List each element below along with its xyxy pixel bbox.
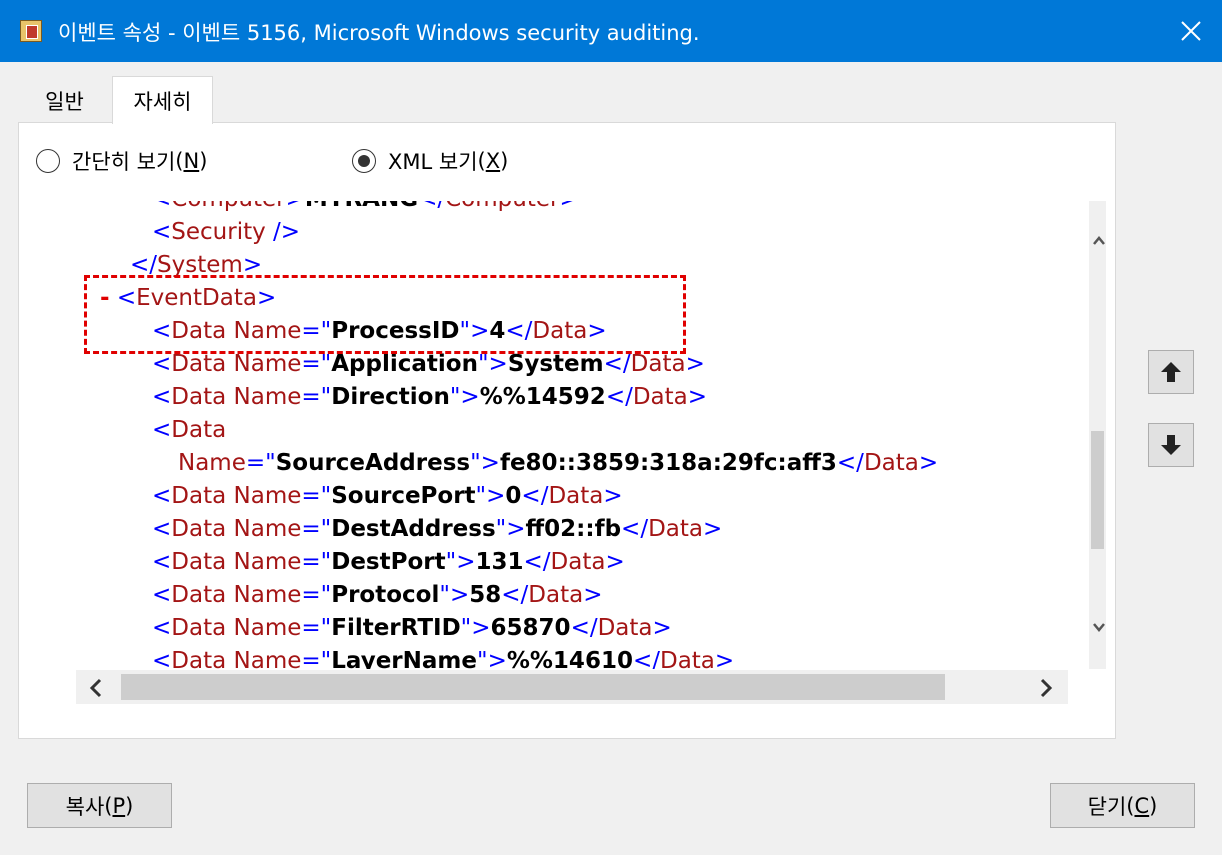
friendly-mnemonic-close: ) [199,149,208,173]
close-button-label: 닫기 [1087,794,1127,819]
title-bar: 이벤트 속성 - 이벤트 5156, Microsoft Windows sec… [0,0,1222,62]
up-arrow-icon [1161,362,1181,382]
xml-data-row: <Data Name="LayerName">%%14610</Data> [152,648,735,669]
scroll-left-arrow-icon[interactable] [88,678,104,698]
xml-data-row: Name="SourceAddress">fe80::3859:318a:29f… [178,450,939,476]
friendly-view-mnemonic: N [183,149,200,173]
previous-event-button[interactable] [1148,350,1194,394]
xml-data-row: <Data Name="SourcePort">0</Data> [152,483,623,509]
scroll-right-arrow-icon[interactable] [1038,678,1054,698]
xml-view-mnemonic: X [485,149,501,173]
xml-data-row: <Data Name="DestAddress">ff02::fb</Data> [152,516,723,542]
copy-button-label: 복사 [65,794,105,819]
xml-mnemonic-open: ( [477,149,486,173]
friendly-mnemonic-open: ( [175,149,184,173]
xml-data-row: <Data Name="FilterRTID">65870</Data> [152,615,672,641]
down-arrow-icon [1161,435,1181,455]
copy-mnemonic-close: ) [125,793,134,818]
xml-data-row: <Data Name="DestPort">131</Data> [152,549,625,575]
tab-details[interactable]: 자세히 [112,76,213,124]
window-close-button[interactable] [1160,0,1222,62]
xml-view-area[interactable]: <Computer>MYRANG</Computer> <Security />… [54,201,1088,669]
highlight-annotation-box [84,275,686,354]
xml-line-computer: <Computer>MYRANG</Computer> [152,201,579,216]
horizontal-scroll-thumb[interactable] [121,674,945,700]
radio-checked-icon [352,149,376,173]
scroll-up-arrow-icon[interactable] [1092,234,1106,248]
close-button-mnemonic: C [1134,793,1150,818]
tab-general[interactable]: 일반 [18,80,111,122]
xml-mnemonic-close: ) [500,149,509,173]
friendly-view-radio[interactable]: 간단히 보기(N) [36,146,207,176]
window-title: 이벤트 속성 - 이벤트 5156, Microsoft Windows sec… [58,21,700,45]
copy-button-mnemonic: P [112,793,126,818]
xml-line-security: <Security /> [152,219,301,245]
xml-data-row: <Data Name="Protocol">58</Data> [152,582,603,608]
close-mnemonic-open: ( [1126,793,1135,818]
xml-data-open-wrapped: <Data [152,417,227,443]
close-button[interactable]: 닫기(C) [1050,783,1195,828]
close-icon [1181,21,1201,41]
xml-view-radio[interactable]: XML 보기(X) [352,146,508,176]
radio-unchecked-icon [36,149,60,173]
close-mnemonic-close: ) [1149,793,1158,818]
copy-button[interactable]: 복사(P) [27,783,172,828]
next-event-button[interactable] [1148,423,1194,467]
friendly-view-label: 간단히 보기 [72,150,176,174]
xml-view-label: XML 보기 [388,150,478,174]
vertical-scroll-thumb[interactable] [1091,431,1104,549]
copy-mnemonic-open: ( [104,793,113,818]
event-viewer-app-icon [20,20,42,42]
scroll-down-arrow-icon[interactable] [1092,620,1106,634]
xml-data-row: <Data Name="Direction">%%14592</Data> [152,384,708,410]
